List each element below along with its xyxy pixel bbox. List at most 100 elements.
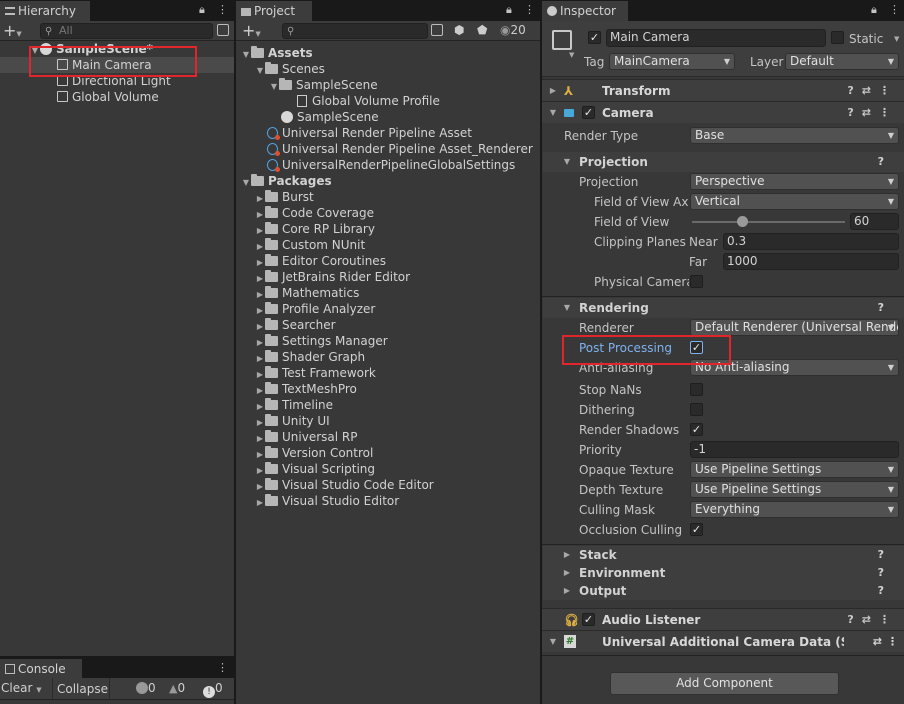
search-by-type-icon[interactable] [431, 24, 443, 36]
folder-scenes[interactable]: ▼ Scenes [255, 61, 325, 77]
render-shadows-checkbox[interactable]: ✓ [690, 423, 703, 436]
console-tab[interactable]: Console [0, 659, 82, 679]
lock-icon[interactable]: 🔒︎ [871, 3, 877, 17]
more-icon[interactable]: ⋮ [887, 631, 898, 653]
package-item[interactable]: ▶ Core RP Library [255, 221, 375, 237]
add-component-button[interactable]: Add Component [610, 672, 839, 695]
fov-axis-dropdown[interactable]: Vertical ▼ [690, 193, 899, 210]
component-header-icons[interactable]: ?⇄⋮ [847, 102, 898, 124]
more-icon[interactable]: ⋮ [524, 3, 535, 16]
more-icon[interactable]: ⋮ [889, 3, 900, 16]
folder-packages[interactable]: ▼ Packages [241, 173, 332, 189]
dithering-checkbox[interactable] [690, 403, 703, 416]
hierarchy-item-global-volume[interactable]: Global Volume [57, 89, 159, 105]
renderer-dropdown[interactable]: Default Renderer (Universal Rende ▼ [690, 319, 899, 336]
asset-urp-asset[interactable]: Universal Render Pipeline Asset [267, 125, 472, 141]
component-header-icons[interactable]: ?⇄⋮ [847, 609, 898, 631]
project-search-input[interactable]: ⚲ [282, 23, 428, 39]
package-item[interactable]: ▶ Visual Studio Code Editor [255, 477, 434, 493]
package-item[interactable]: ▶ Mathematics [255, 285, 359, 301]
component-header-transform[interactable]: ▶ ⅄ Transform ?⇄⋮ [542, 79, 904, 101]
fov-field[interactable]: 60 [850, 213, 899, 230]
stop-nans-checkbox[interactable] [690, 383, 703, 396]
expand-arrow-icon[interactable]: ▼ [241, 47, 251, 63]
rendering-section-header[interactable]: ▼ Rendering ? [543, 298, 904, 318]
package-item[interactable]: ▶ TextMeshPro [255, 381, 357, 397]
active-checkbox[interactable]: ✓ [588, 31, 601, 44]
projection-dropdown[interactable]: Perspective ▼ [690, 173, 899, 190]
asset-samplescene[interactable]: SampleScene [281, 109, 379, 125]
fov-slider-handle[interactable] [737, 216, 748, 227]
component-header-urp-camera-data[interactable]: ▼ # Universal Additional Camera Data (Sc… [542, 630, 904, 652]
expand-arrow-icon[interactable]: ▼ [562, 152, 572, 172]
environment-section-header[interactable]: ▶ Environment ? [543, 564, 904, 582]
static-dropdown-arrow-icon[interactable]: ▼ [894, 35, 899, 43]
info-toggle[interactable]: 0 [136, 681, 156, 695]
more-icon[interactable]: ⋮ [217, 661, 228, 674]
expand-arrow-icon[interactable]: ▼ [269, 79, 279, 95]
package-item[interactable]: ▶ Searcher [255, 317, 336, 333]
lock-icon[interactable]: 🔒︎ [199, 3, 205, 17]
help-icon[interactable]: ? [878, 564, 884, 582]
package-item[interactable]: ▶ JetBrains Rider Editor [255, 269, 410, 285]
package-item[interactable]: ▶ Timeline [255, 397, 333, 413]
expand-arrow-icon[interactable]: ▼ [241, 175, 251, 191]
help-icon[interactable]: ? [878, 152, 884, 172]
folder-samplescene[interactable]: ▼ SampleScene [269, 77, 378, 93]
collapse-arrow-icon[interactable]: ▶ [562, 546, 572, 564]
camera-enabled-checkbox[interactable]: ✓ [582, 106, 595, 119]
package-item[interactable]: ▶ Profile Analyzer [255, 301, 375, 317]
hierarchy-tab[interactable]: Hierarchy [0, 1, 90, 21]
package-item[interactable]: ▶ Universal RP [255, 429, 357, 445]
warning-toggle[interactable]: ▲0 [169, 681, 185, 695]
icon-dropdown-arrow-icon[interactable]: ▼ [569, 51, 574, 59]
culling-mask-dropdown[interactable]: Everything ▼ [690, 501, 899, 518]
component-header-camera[interactable]: ▼ ✓ Camera ?⇄⋮ [542, 101, 904, 123]
error-toggle[interactable]: ! 0 [203, 681, 223, 698]
package-item[interactable]: ▶ Custom NUnit [255, 237, 365, 253]
tag-dropdown[interactable]: MainCamera ▼ [609, 53, 735, 70]
collapse-arrow-icon[interactable]: ▶ [255, 495, 265, 511]
asset-urp-global-settings[interactable]: UniversalRenderPipelineGlobalSettings [267, 157, 515, 173]
static-checkbox[interactable] [831, 31, 844, 44]
help-icon[interactable]: ? [878, 582, 884, 600]
layer-dropdown[interactable]: Default ▼ [785, 53, 899, 70]
package-item[interactable]: ▶ Shader Graph [255, 349, 365, 365]
filter-icon[interactable] [217, 24, 229, 36]
expand-arrow-icon[interactable]: ▼ [548, 631, 558, 653]
package-item[interactable]: ▶ Test Framework [255, 365, 376, 381]
clear-button[interactable]: Clear ▼ [1, 681, 42, 695]
output-section-header[interactable]: ▶ Output ? [543, 582, 904, 600]
collapse-button[interactable]: Collapse [52, 678, 110, 700]
more-icon[interactable]: ⋮ [217, 3, 228, 16]
settings-icon[interactable]: ⇄ [873, 631, 882, 653]
object-name-field[interactable]: Main Camera [606, 29, 826, 47]
expand-arrow-icon[interactable]: ▼ [255, 63, 265, 79]
asset-urp-renderer[interactable]: Universal Render Pipeline Asset_Renderer [267, 141, 533, 157]
search-by-label-icon[interactable]: ⬢ [454, 23, 464, 37]
inspector-tab[interactable]: Inspector [542, 1, 628, 21]
help-icon[interactable]: ? [878, 298, 884, 318]
create-plus-icon[interactable]: +▼ [242, 21, 261, 44]
package-item[interactable]: ▶ Burst [255, 189, 314, 205]
audio-listener-enabled-checkbox[interactable]: ✓ [582, 613, 595, 626]
package-item[interactable]: ▶ Editor Coroutines [255, 253, 386, 269]
create-plus-icon[interactable]: +▼ [3, 21, 22, 44]
expand-arrow-icon[interactable]: ▼ [548, 102, 558, 124]
package-item[interactable]: ▶ Version Control [255, 445, 373, 461]
component-header-icons[interactable]: ?⇄⋮ [847, 80, 898, 102]
fov-slider[interactable] [692, 216, 845, 227]
package-item[interactable]: ▶ Visual Studio Editor [255, 493, 399, 509]
help-icon[interactable]: ? [878, 546, 884, 564]
tag-icon[interactable]: ⬟ [477, 23, 487, 37]
lock-icon[interactable]: 🔒︎ [506, 3, 512, 17]
depth-texture-dropdown[interactable]: Use Pipeline Settings ▼ [690, 481, 899, 498]
projection-section-header[interactable]: ▼ Projection ? [543, 152, 904, 172]
package-item[interactable]: ▶ Code Coverage [255, 205, 374, 221]
collapse-arrow-icon[interactable]: ▶ [562, 582, 572, 600]
project-tab[interactable]: Project [236, 1, 312, 21]
hierarchy-search-input[interactable]: ⚲ All [40, 23, 213, 39]
stack-section-header[interactable]: ▶ Stack ? [543, 546, 904, 564]
physical-camera-checkbox[interactable] [690, 275, 703, 288]
far-field[interactable]: 1000 [723, 253, 899, 270]
